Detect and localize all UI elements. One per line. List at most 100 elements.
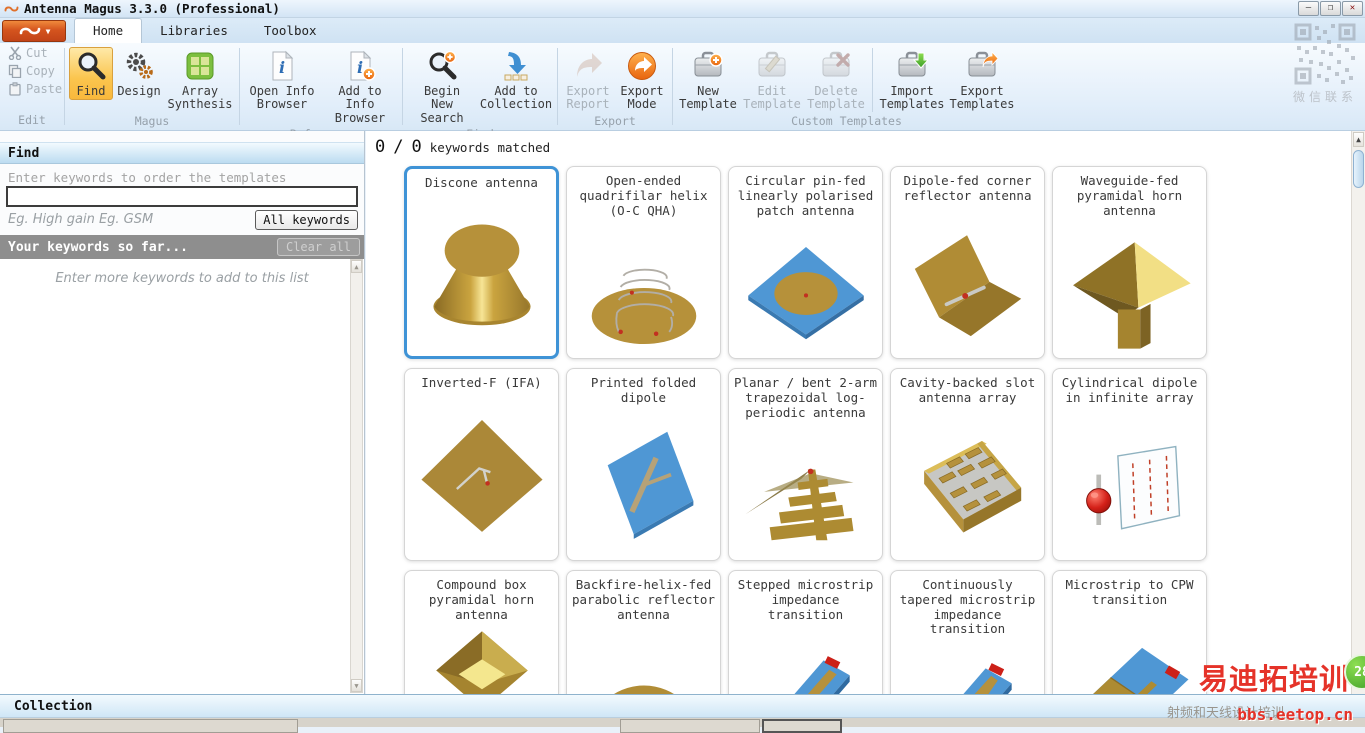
template-import-icon (896, 50, 928, 82)
design-button[interactable]: Design (115, 47, 163, 100)
card-title: Stepped microstrip impedance transition (737, 577, 874, 622)
add-to-info-browser-button[interactable]: Add to Info Browser (322, 47, 398, 127)
card-title: Waveguide-fed pyramidal horn antenna (1076, 173, 1183, 218)
template-card-corner-reflector[interactable]: Dipole-fed corner reflector antenna (890, 166, 1045, 359)
card-image-folded-dipole (567, 406, 720, 561)
export-mode-button[interactable]: Export Mode (616, 47, 668, 114)
template-card-discone[interactable]: Discone antenna (404, 166, 559, 359)
card-title: Cylindrical dipole in infinite array (1061, 375, 1198, 405)
copy-button[interactable]: Copy (4, 63, 59, 79)
begin-new-search-label: Begin New Search (420, 84, 464, 125)
template-card-microstrip-to-cpw[interactable]: Microstrip to CPW transition (1052, 570, 1207, 694)
tab-toolbox[interactable]: Toolbox (246, 19, 335, 43)
card-title: Open-ended quadrifilar helix (O-C QHA) (579, 173, 708, 218)
card-title: Circular pin-fed linearly polarised patc… (737, 173, 874, 218)
scroll-up-icon[interactable]: ▲ (1353, 132, 1364, 147)
card-title: Inverted-F (IFA) (421, 375, 542, 390)
delete-template-label: Delete Template (807, 84, 865, 112)
ribbon-group-reference: Open Info Browser Add to Info Browser Re… (240, 43, 402, 141)
title-bar: Antenna Magus 3.3.0 (Professional) — ❐ ✕ (0, 0, 1365, 18)
scroll-down-icon[interactable]: ▼ (351, 679, 362, 692)
cut-button[interactable]: Cut (4, 45, 52, 61)
template-card-stepped-microstrip[interactable]: Stepped microstrip impedance transition (728, 570, 883, 694)
collection-panel-header[interactable]: Collection (0, 694, 1365, 718)
restore-button[interactable]: ❐ (1320, 1, 1341, 16)
card-image-cavity-slot-array (891, 406, 1044, 561)
paste-button[interactable]: Paste (4, 81, 66, 97)
ribbon: Cut Copy Paste Edit Find Design Array Sy… (0, 43, 1365, 141)
group-label-custom-templates: Custom Templates (791, 113, 902, 128)
ribbon-group-custom-templates: New Template Edit Template Delete Templa… (673, 43, 1020, 130)
open-info-browser-label: Open Info Browser (249, 84, 315, 112)
template-card-log-periodic[interactable]: Planar / bent 2-arm trapezoidal log-peri… (728, 368, 883, 561)
export-templates-label: Export Templates (949, 84, 1015, 112)
card-image-quadrifilar-helix (567, 218, 720, 358)
card-image-inverted-f (405, 391, 558, 560)
add-to-collection-button[interactable]: Add to Collection (479, 47, 553, 114)
card-title: Dipole-fed corner reflector antenna (903, 173, 1032, 203)
new-template-button[interactable]: New Template (677, 47, 739, 114)
import-templates-label: Import Templates (879, 84, 945, 112)
matched-current: 0 (375, 137, 386, 157)
template-card-tapered-microstrip[interactable]: Continuously tapered microstrip impedanc… (890, 570, 1045, 694)
chevron-down-icon: ▼ (45, 26, 51, 36)
minimize-button[interactable]: — (1298, 1, 1319, 16)
delete-template-button[interactable]: Delete Template (805, 47, 867, 114)
matched-label: keywords matched (429, 140, 551, 155)
template-card-circular-patch[interactable]: Circular pin-fed linearly polarised patc… (728, 166, 883, 359)
tab-libraries[interactable]: Libraries (142, 19, 246, 43)
template-card-cylindrical-dipole-array[interactable]: Cylindrical dipole in infinite array (1052, 368, 1207, 561)
card-title: Discone antenna (425, 175, 538, 190)
template-card-pyramidal-horn[interactable]: Waveguide-fed pyramidal horn antenna (1052, 166, 1207, 359)
matched-separator: / (393, 137, 404, 157)
keywords-matched-status: 0 / 0 keywords matched (375, 137, 550, 157)
begin-new-search-button[interactable]: Begin New Search (407, 47, 477, 127)
find-button[interactable]: Find (69, 47, 113, 101)
keywords-so-far-bar: Your keywords so far... Clear all (0, 235, 364, 259)
keyword-list-scrollbar[interactable]: ▲ ▼ (350, 259, 363, 693)
array-synthesis-button[interactable]: Array Synthesis (165, 47, 235, 114)
close-button[interactable]: ✕ (1342, 1, 1363, 16)
find-panel: Find Enter keywords to order the templat… (0, 131, 365, 694)
group-label-magus: Magus (134, 113, 170, 128)
arrow-down-collection-icon (504, 52, 528, 81)
template-card-inverted-f[interactable]: Inverted-F (IFA) (404, 368, 559, 561)
app-logo-icon (4, 6, 19, 11)
card-image-circular-patch (729, 218, 882, 358)
ribbon-tab-row: ▼ Home Libraries Toolbox (0, 18, 1365, 43)
keyword-list-empty-hint: Enter more keywords to add to this list (55, 271, 309, 286)
card-title: Backfire-helix-fed parabolic reflector a… (572, 577, 715, 622)
ribbon-group-edit: Cut Copy Paste Edit (0, 43, 64, 130)
results-scrollbar[interactable]: ▲ (1351, 131, 1365, 694)
template-card-qha[interactable]: Open-ended quadrifilar helix (O-C QHA) (566, 166, 721, 359)
card-image-discone-antenna (407, 191, 556, 356)
copy-icon (8, 64, 22, 78)
keyword-hint: Enter keywords to order the templates (8, 170, 287, 185)
application-menu-button[interactable]: ▼ (2, 20, 66, 42)
clear-all-button[interactable]: Clear all (276, 238, 360, 256)
card-title: Planar / bent 2-arm trapezoidal log-peri… (734, 375, 877, 420)
add-to-collection-label: Add to Collection (479, 84, 553, 112)
template-card-backfire-parabolic[interactable]: Backfire-helix-fed parabolic reflector a… (566, 570, 721, 694)
ribbon-group-find: Begin New Search Add to Collection Find (403, 43, 557, 141)
open-info-browser-button[interactable]: Open Info Browser (244, 47, 320, 114)
tab-home[interactable]: Home (74, 18, 143, 43)
card-title: Printed folded dipole (590, 375, 697, 405)
card-title: Cavity-backed slot antenna array (899, 375, 1036, 405)
template-card-folded-dipole[interactable]: Printed folded dipole (566, 368, 721, 561)
export-report-button[interactable]: Export Report (562, 47, 614, 114)
edit-template-button[interactable]: Edit Template (741, 47, 803, 114)
export-report-label: Export Report (566, 84, 610, 112)
scrollbar-thumb[interactable] (1353, 150, 1364, 188)
card-image-stepped-microstrip (729, 622, 882, 694)
all-keywords-button[interactable]: All keywords (255, 210, 358, 230)
import-templates-button[interactable]: Import Templates (878, 47, 946, 114)
keyword-input[interactable] (6, 186, 358, 207)
export-templates-button[interactable]: Export Templates (948, 47, 1016, 114)
scroll-up-icon[interactable]: ▲ (351, 260, 362, 273)
keyword-list: Enter more keywords to add to this list … (0, 259, 364, 694)
results-area: 0 / 0 keywords matched Discone antenna O… (366, 131, 1365, 694)
card-image-log-periodic (729, 420, 882, 560)
template-card-cavity-slot-array[interactable]: Cavity-backed slot antenna array (890, 368, 1045, 561)
template-card-compound-box-horn[interactable]: Compound box pyramidal horn antenna (404, 570, 559, 694)
